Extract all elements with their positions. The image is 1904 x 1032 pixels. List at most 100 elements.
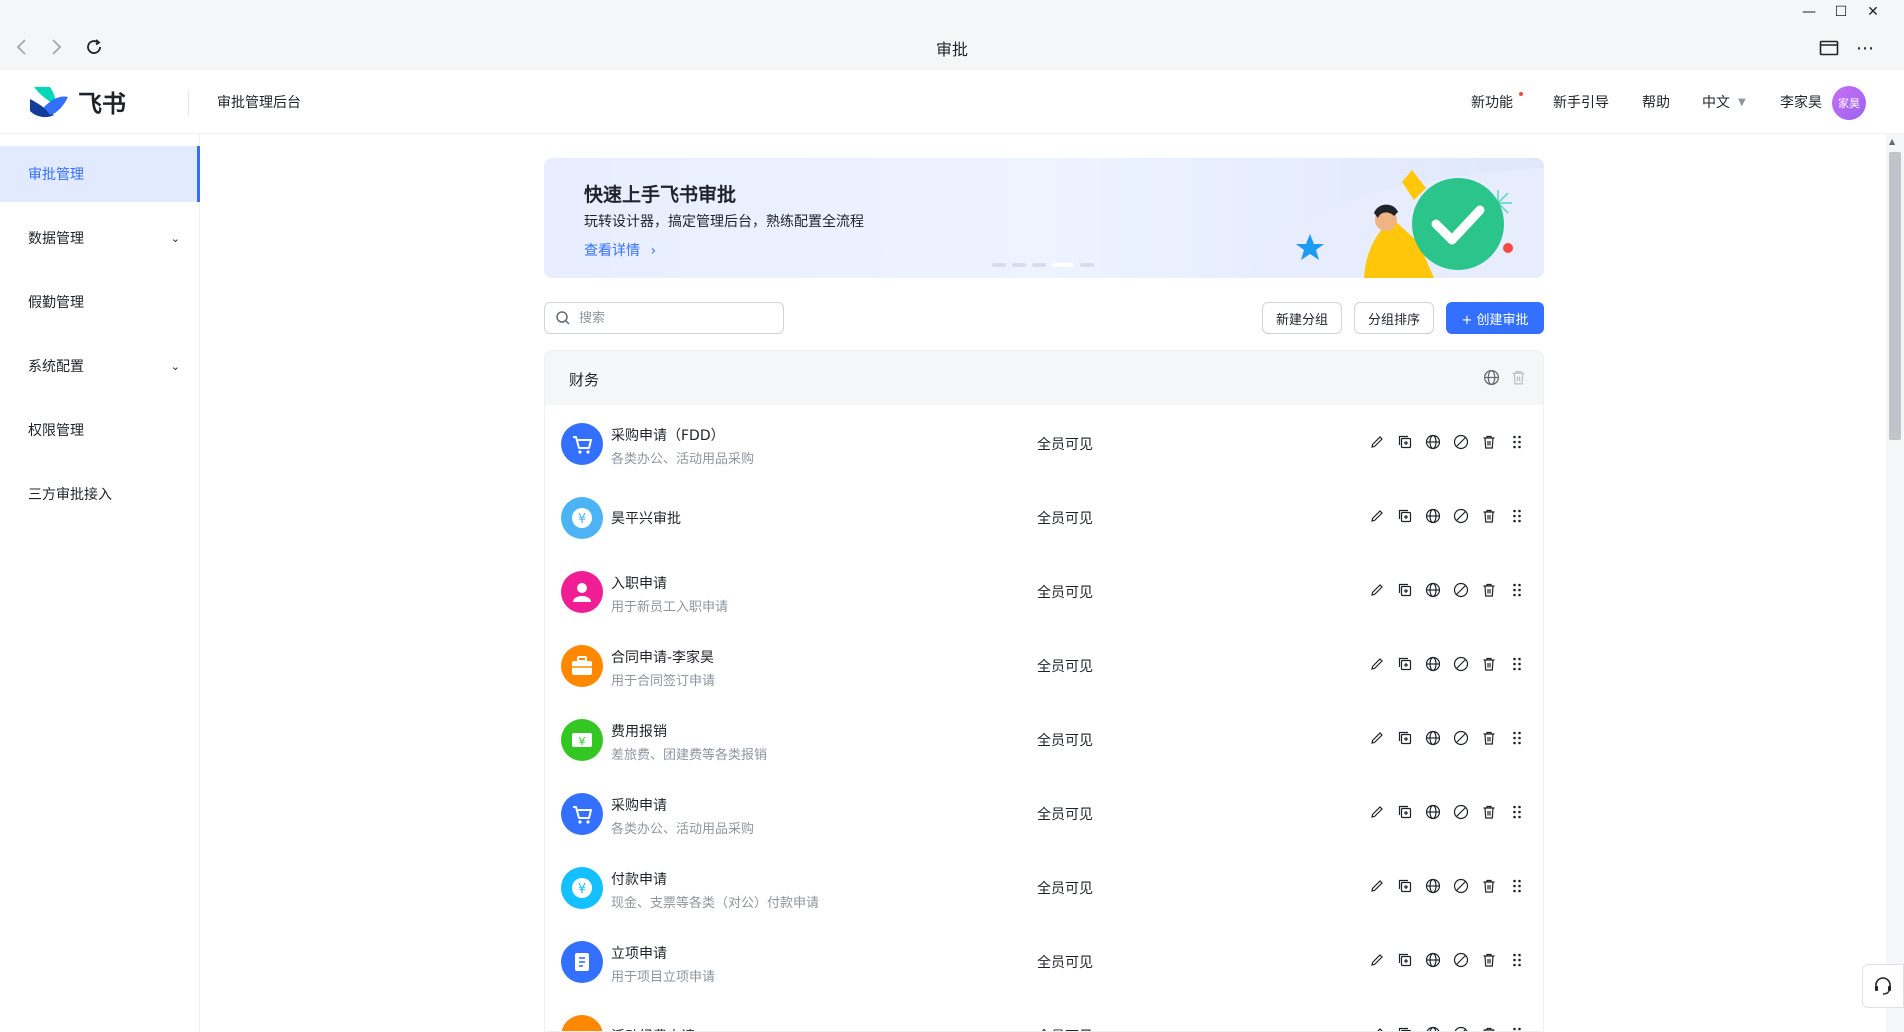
copy-button[interactable] — [1397, 656, 1413, 672]
delete-button[interactable] — [1481, 434, 1497, 450]
delete-button[interactable] — [1481, 508, 1497, 524]
approval-title[interactable]: 付款申请 — [611, 869, 667, 889]
copy-button[interactable] — [1397, 1026, 1413, 1031]
visibility-button[interactable] — [1425, 804, 1441, 820]
edit-button[interactable] — [1369, 1026, 1385, 1031]
delete-button[interactable] — [1481, 730, 1497, 746]
window-layout-button[interactable] — [1816, 36, 1842, 60]
new-group-button[interactable]: 新建分组 — [1262, 302, 1342, 334]
edit-button[interactable] — [1369, 878, 1385, 894]
customer-service-button[interactable] — [1862, 964, 1904, 1008]
drag-handle[interactable] — [1509, 656, 1525, 672]
banner-details-link[interactable]: 查看详情 › — [584, 240, 656, 260]
avatar[interactable]: 家昊 — [1832, 86, 1866, 120]
copy-button[interactable] — [1397, 952, 1413, 968]
visibility-button[interactable] — [1425, 730, 1441, 746]
approval-row[interactable]: 活动经费申请 全员可见 — [545, 997, 1543, 1031]
drag-handle[interactable] — [1509, 952, 1525, 968]
approval-row[interactable]: ¥ 昊平兴审批 全员可见 — [545, 479, 1543, 553]
minimize-button[interactable]: — — [1795, 2, 1823, 22]
trash-icon[interactable] — [1510, 369, 1527, 386]
user-name[interactable]: 李家昊 — [1780, 92, 1822, 112]
drag-handle[interactable] — [1509, 434, 1525, 450]
sidebar-item-permissions[interactable]: 权限管理 — [0, 402, 200, 458]
create-approval-button[interactable]: + 创建审批 — [1446, 302, 1544, 334]
more-button[interactable]: ⋯ — [1852, 36, 1878, 60]
approval-title[interactable]: 入职申请 — [611, 573, 667, 593]
sidebar-item-third-party[interactable]: 三方审批接入 — [0, 466, 200, 522]
close-window-button[interactable]: ✕ — [1859, 2, 1887, 22]
approval-title[interactable]: 活动经费申请 — [611, 1026, 695, 1031]
edit-button[interactable] — [1369, 952, 1385, 968]
approval-row[interactable]: ¥ 费用报销 差旅费、团建费等各类报销 全员可见 — [545, 701, 1543, 775]
disable-button[interactable] — [1453, 1026, 1469, 1031]
edit-button[interactable] — [1369, 730, 1385, 746]
visibility-button[interactable] — [1425, 952, 1441, 968]
drag-handle[interactable] — [1509, 1026, 1525, 1031]
approval-row[interactable]: 合同申请-李家昊 用于合同签订申请 全员可见 — [545, 627, 1543, 701]
edit-button[interactable] — [1369, 434, 1385, 450]
disable-button[interactable] — [1453, 804, 1469, 820]
copy-button[interactable] — [1397, 730, 1413, 746]
approval-title[interactable]: 合同申请-李家昊 — [611, 647, 714, 667]
edit-button[interactable] — [1369, 582, 1385, 598]
sort-group-button[interactable]: 分组排序 — [1354, 302, 1434, 334]
sidebar-item-attendance[interactable]: 假勤管理 — [0, 274, 200, 330]
delete-button[interactable] — [1481, 1026, 1497, 1031]
drag-handle[interactable] — [1509, 730, 1525, 746]
sidebar-item-system-config[interactable]: 系统配置 ⌄ — [0, 338, 200, 394]
drag-handle[interactable] — [1509, 878, 1525, 894]
copy-button[interactable] — [1397, 804, 1413, 820]
visibility-button[interactable] — [1425, 582, 1441, 598]
approval-title[interactable]: 采购申请（FDD） — [611, 425, 725, 445]
copy-button[interactable] — [1397, 508, 1413, 524]
visibility-button[interactable] — [1425, 1026, 1441, 1031]
scrollbar-thumb[interactable] — [1889, 152, 1901, 440]
scroll-up-arrow[interactable]: ▲ — [1889, 137, 1895, 146]
visibility-button[interactable] — [1425, 656, 1441, 672]
approval-row[interactable]: 采购申请 各类办公、活动用品采购 全员可见 — [545, 775, 1543, 849]
delete-button[interactable] — [1481, 878, 1497, 894]
approval-title[interactable]: 费用报销 — [611, 721, 667, 741]
visibility-button[interactable] — [1425, 434, 1441, 450]
language-select[interactable]: 中文 ▼ — [1702, 92, 1746, 112]
approval-title[interactable]: 昊平兴审批 — [611, 508, 681, 528]
disable-button[interactable] — [1453, 952, 1469, 968]
approval-title[interactable]: 立项申请 — [611, 943, 667, 963]
edit-button[interactable] — [1369, 656, 1385, 672]
new-features-link[interactable]: 新功能 — [1471, 92, 1513, 112]
carousel-dot-active[interactable] — [1052, 263, 1074, 267]
disable-button[interactable] — [1453, 582, 1469, 598]
disable-button[interactable] — [1453, 656, 1469, 672]
disable-button[interactable] — [1453, 434, 1469, 450]
approval-title[interactable]: 采购申请 — [611, 795, 667, 815]
drag-handle[interactable] — [1509, 804, 1525, 820]
approval-row[interactable]: ¥ 付款申请 现金、支票等各类（对公）付款申请 全员可见 — [545, 849, 1543, 923]
feishu-logo[interactable]: 飞书 — [28, 84, 126, 119]
copy-button[interactable] — [1397, 878, 1413, 894]
disable-button[interactable] — [1453, 508, 1469, 524]
edit-button[interactable] — [1369, 804, 1385, 820]
maximize-button[interactable]: ☐ — [1827, 2, 1855, 22]
help-link[interactable]: 帮助 — [1642, 92, 1670, 112]
search-input[interactable] — [579, 310, 759, 326]
delete-button[interactable] — [1481, 656, 1497, 672]
edit-button[interactable] — [1369, 508, 1385, 524]
search-box[interactable] — [544, 302, 784, 334]
carousel-dot[interactable] — [992, 263, 1006, 267]
carousel-dot[interactable] — [1080, 263, 1094, 267]
guide-link[interactable]: 新手引导 — [1553, 92, 1609, 112]
copy-button[interactable] — [1397, 434, 1413, 450]
onboarding-banner[interactable]: 快速上手飞书审批 玩转设计器，搞定管理后台，熟练配置全流程 查看详情 › — [544, 158, 1544, 278]
disable-button[interactable] — [1453, 878, 1469, 894]
delete-button[interactable] — [1481, 582, 1497, 598]
approval-row[interactable]: 入职申请 用于新员工入职申请 全员可见 — [545, 553, 1543, 627]
delete-button[interactable] — [1481, 952, 1497, 968]
visibility-button[interactable] — [1425, 508, 1441, 524]
sidebar-item-approval-management[interactable]: 审批管理 — [0, 146, 200, 202]
carousel-dot[interactable] — [1012, 263, 1026, 267]
approval-row[interactable]: 立项申请 用于项目立项申请 全员可见 — [545, 923, 1543, 997]
visibility-button[interactable] — [1425, 878, 1441, 894]
approval-row[interactable]: 采购申请（FDD） 各类办公、活动用品采购 全员可见 — [545, 405, 1543, 479]
disable-button[interactable] — [1453, 730, 1469, 746]
